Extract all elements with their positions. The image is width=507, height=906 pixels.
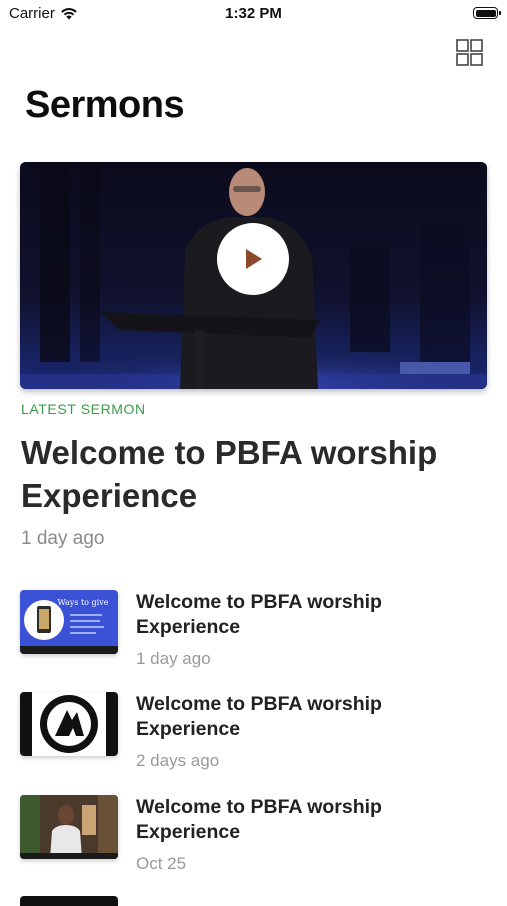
battery-icon	[473, 7, 501, 19]
sermon-thumbnail	[20, 795, 118, 859]
grid-layout-button[interactable]	[456, 39, 483, 66]
speaker-video-image	[20, 795, 118, 859]
sermon-list-item[interactable]: Welcome to PBFA worship Experience 2 day…	[0, 692, 507, 782]
church-logo-image	[20, 692, 118, 756]
sermon-date: 2 days ago	[136, 751, 220, 770]
play-icon	[246, 249, 262, 269]
grid-icon	[456, 39, 483, 66]
sermon-list-item[interactable]: Ways to give Welcome to PBFA worship Exp…	[0, 590, 507, 680]
thumb-caption: Ways to give	[58, 598, 109, 607]
sermon-title: Welcome to PBFA worship Experience	[136, 591, 382, 638]
latest-sermon-title[interactable]: Welcome to PBFA worship Experience	[21, 431, 481, 517]
latest-sermon-date: 1 day ago	[21, 528, 105, 549]
next-sermon-thumbnail-peek	[20, 896, 118, 906]
sermon-date: Oct 25	[136, 854, 187, 873]
sermon-date: 1 day ago	[136, 649, 211, 668]
sermon-thumbnail: Ways to give	[20, 590, 118, 654]
page-title: Sermons	[25, 84, 185, 126]
status-time: 1:32 PM	[225, 5, 282, 22]
sermon-list-item[interactable]: Welcome to PBFA worship Experience Oct 2…	[0, 795, 507, 885]
sermon-title: Welcome to PBFA worship Experience	[136, 796, 382, 843]
ways-to-give-image: Ways to give	[20, 590, 118, 654]
latest-sermon-video[interactable]	[20, 162, 487, 389]
status-bar: Carrier 1:32 PM	[0, 0, 507, 30]
sermon-thumbnail	[20, 692, 118, 756]
latest-sermon-label: LATEST SERMON	[21, 401, 146, 417]
sermon-title: Welcome to PBFA worship Experience	[136, 693, 382, 740]
play-button[interactable]	[217, 223, 289, 295]
